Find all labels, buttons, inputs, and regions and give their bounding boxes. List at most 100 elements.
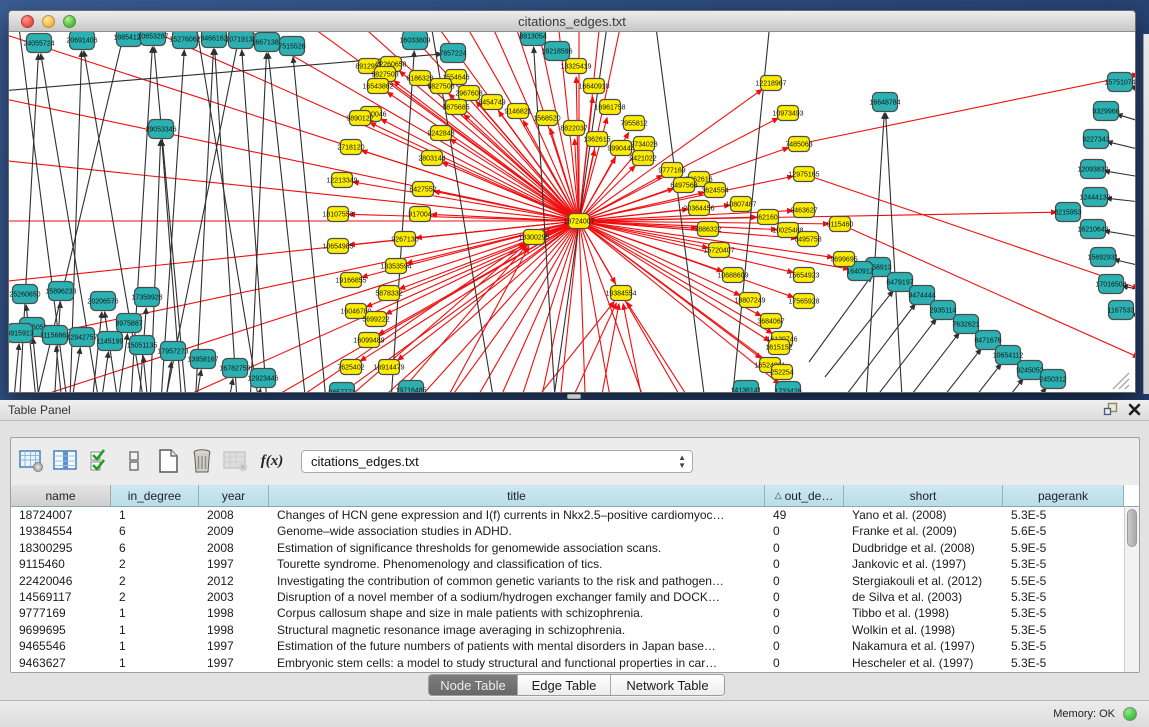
graph-edge[interactable] — [912, 349, 981, 392]
cell-name[interactable]: 18724007 — [11, 507, 111, 523]
column-header-name[interactable]: name — [11, 485, 111, 506]
graph-edge[interactable] — [864, 113, 884, 392]
graph-edge[interactable] — [154, 47, 189, 392]
cell-name[interactable]: 18300295 — [11, 540, 111, 556]
cell-year[interactable]: 2009 — [199, 523, 269, 539]
graph-edge-selected[interactable] — [450, 139, 579, 221]
cell-name[interactable]: 22420046 — [11, 573, 111, 589]
graph-edge[interactable] — [977, 388, 1046, 392]
cell-year[interactable]: 1997 — [199, 638, 269, 654]
cell-name[interactable]: 9463627 — [11, 655, 111, 671]
cell-year[interactable]: 1997 — [199, 655, 269, 671]
graph-edge[interactable] — [809, 276, 872, 362]
cell-in_degree[interactable]: 1 — [111, 638, 199, 654]
cell-short[interactable]: Wolkin et al. (1998) — [844, 622, 1003, 638]
cell-in_degree[interactable]: 2 — [111, 556, 199, 572]
table-row[interactable]: 2242004622012Investigating the contribut… — [11, 573, 1124, 589]
table-row[interactable]: 1830029562008Estimation of significance … — [11, 540, 1124, 556]
panel-splitter-handle[interactable] — [567, 394, 581, 399]
graph-edge-selected[interactable] — [579, 221, 1135, 392]
graph-edge[interactable] — [249, 53, 266, 392]
cell-title[interactable]: Embryonic stem cells: a model to study s… — [269, 655, 765, 671]
delete-table-button[interactable] — [221, 447, 251, 475]
cell-short[interactable]: Stergiakouli et al. (2012) — [844, 573, 1003, 589]
cell-short[interactable]: Jankovic et al. (1997) — [844, 556, 1003, 572]
column-header-out_degree[interactable]: △out_de… — [765, 485, 844, 506]
cell-pagerank[interactable]: 5.9E-5 — [1003, 540, 1124, 556]
cell-in_degree[interactable]: 1 — [111, 507, 199, 523]
show-selected-button[interactable] — [85, 447, 115, 475]
graph-edge[interactable] — [847, 304, 915, 392]
graph-edge-selected[interactable] — [50, 32, 579, 221]
cell-short[interactable]: de Silva et al. (2003) — [844, 589, 1003, 605]
new-column-button[interactable] — [153, 447, 183, 475]
resize-grip[interactable] — [1125, 385, 1129, 389]
table-row[interactable]: 1872400712008Changes of HCN gene express… — [11, 507, 1124, 523]
cell-out_degree[interactable]: 0 — [765, 622, 844, 638]
cell-name[interactable]: 9115460 — [11, 556, 111, 572]
tab-network-table[interactable]: Network Table — [611, 675, 724, 695]
cell-in_degree[interactable]: 1 — [111, 622, 199, 638]
graph-edge[interactable] — [886, 113, 904, 392]
cell-out_degree[interactable]: 0 — [765, 573, 844, 589]
cell-name[interactable]: 14569117 — [11, 589, 111, 605]
cell-in_degree[interactable]: 1 — [111, 605, 199, 621]
table-options-button[interactable] — [17, 447, 47, 475]
cell-out_degree[interactable]: 0 — [765, 556, 844, 572]
cell-title[interactable]: Structural magnetic resonance image aver… — [269, 622, 765, 638]
table-row[interactable]: 977716911998Corpus callosum shape and si… — [11, 605, 1124, 621]
cell-title[interactable]: Corpus callosum shape and size in male p… — [269, 605, 765, 621]
cell-pagerank[interactable]: 5.3E-5 — [1003, 507, 1124, 523]
delete-column-button[interactable] — [187, 447, 217, 475]
cell-pagerank[interactable]: 5.6E-5 — [1003, 523, 1124, 539]
resize-grip[interactable] — [1119, 379, 1129, 389]
cell-year[interactable]: 2008 — [199, 507, 269, 523]
float-panel-button[interactable] — [1103, 402, 1118, 416]
graph-edge-selected[interactable] — [514, 302, 614, 392]
cell-out_degree[interactable]: 0 — [765, 638, 844, 654]
cell-out_degree[interactable]: 0 — [765, 540, 844, 556]
column-header-pagerank[interactable]: pagerank — [1003, 485, 1124, 506]
cell-year[interactable]: 2008 — [199, 540, 269, 556]
cell-short[interactable]: Yano et al. (2008) — [844, 507, 1003, 523]
cell-out_degree[interactable]: 0 — [765, 589, 844, 605]
cell-pagerank[interactable]: 5.5E-5 — [1003, 573, 1124, 589]
graph-edge[interactable] — [97, 352, 108, 392]
table-row[interactable]: 969969511998Structural magnetic resonanc… — [11, 622, 1124, 638]
row-mode-button[interactable] — [119, 447, 149, 475]
cell-pagerank[interactable]: 5.3E-5 — [1003, 622, 1124, 638]
graph-edge[interactable] — [268, 53, 309, 392]
graph-edge[interactable] — [825, 291, 893, 377]
tab-edge-table[interactable]: Edge Table — [518, 675, 611, 695]
cell-title[interactable]: Tourette syndrome. Phenomenology and cla… — [269, 556, 765, 572]
graph-edge-selected[interactable] — [361, 150, 579, 221]
cell-in_degree[interactable]: 1 — [111, 655, 199, 671]
cell-name[interactable]: 9465546 — [11, 638, 111, 654]
cell-year[interactable]: 1998 — [199, 605, 269, 621]
cell-pagerank[interactable]: 5.3E-5 — [1003, 589, 1124, 605]
network-graph[interactable]: 2405572420691406188541291065328715276062… — [9, 32, 1135, 392]
cell-name[interactable]: 9699695 — [11, 622, 111, 638]
cell-name[interactable]: 19384554 — [11, 523, 111, 539]
network-window-titlebar[interactable]: citations_edges.txt — [9, 11, 1135, 32]
table-vertical-scrollbar[interactable] — [1124, 507, 1139, 672]
graph-edge[interactable] — [867, 319, 936, 392]
cell-in_degree[interactable]: 2 — [111, 573, 199, 589]
cell-title[interactable]: Estimation of significance thresholds fo… — [269, 540, 765, 556]
cell-title[interactable]: Investigating the contribution of common… — [269, 573, 765, 589]
scrollbar-thumb[interactable] — [1127, 509, 1137, 547]
cell-in_degree[interactable]: 2 — [111, 589, 199, 605]
cell-out_degree[interactable]: 0 — [765, 655, 844, 671]
graph-edge[interactable] — [1107, 142, 1135, 154]
cell-in_degree[interactable]: 6 — [111, 540, 199, 556]
cell-out_degree[interactable]: 0 — [765, 605, 844, 621]
cell-pagerank[interactable]: 5.3E-5 — [1003, 638, 1124, 654]
cell-title[interactable]: Changes of HCN gene expression and I(f) … — [269, 507, 765, 523]
graph-edge[interactable] — [956, 379, 1023, 392]
graph-edge[interactable] — [251, 389, 261, 392]
column-header-title[interactable]: title — [269, 485, 765, 506]
cell-title[interactable]: Estimation of the future numbers of pati… — [269, 638, 765, 654]
cell-short[interactable]: Nakamura et al. (1997) — [844, 638, 1003, 654]
cell-title[interactable]: Disruption of a novel member of a sodium… — [269, 589, 765, 605]
graph-edge-selected[interactable] — [579, 221, 624, 392]
